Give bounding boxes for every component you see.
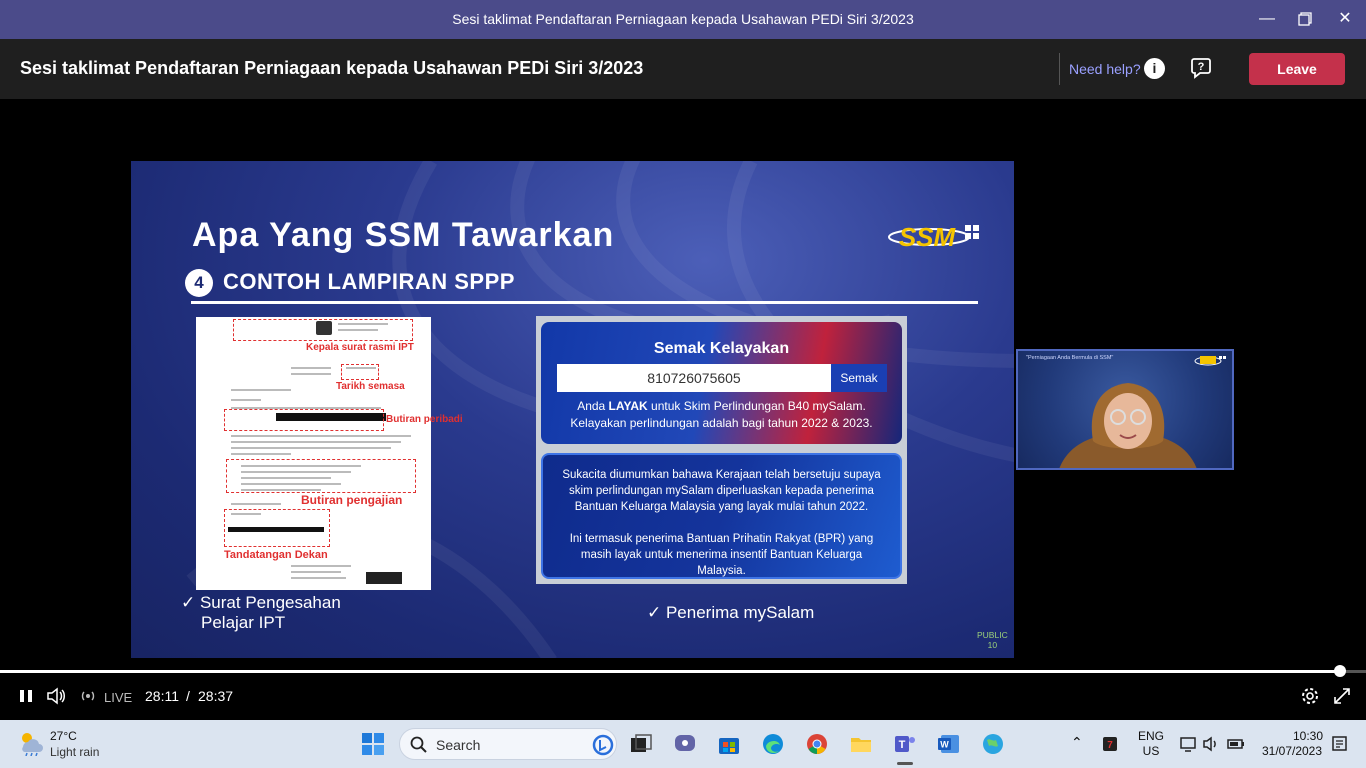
label-date: Tarikh semasa: [336, 381, 405, 392]
sample-letter-document: Kepala surat rasmi IPT Tarikh semasa But…: [196, 317, 463, 590]
edge-browser-icon[interactable]: [761, 732, 785, 756]
keyboard-region: US: [1142, 744, 1160, 758]
clock-time: 10:30: [1292, 729, 1323, 743]
check-penerima-mysalam: ✓ Penerima mySalam: [647, 603, 815, 622]
info-icon[interactable]: i: [1144, 58, 1165, 79]
presentation-slide: Apa Yang SSM Tawarkan SSM 4 CONTOH LAMPI…: [131, 161, 1014, 658]
settings-gear-icon[interactable]: [1300, 686, 1320, 706]
svg-text:?: ?: [1198, 61, 1205, 73]
weather-temperature[interactable]: 27°C: [50, 729, 77, 743]
total-time: 28:37: [198, 688, 234, 704]
clock-date: 31/07/2023: [1261, 744, 1323, 758]
presenter-person-icon: [1059, 383, 1197, 468]
weather-description[interactable]: Light rain: [50, 745, 99, 759]
chat-help-icon[interactable]: ?: [1190, 56, 1214, 80]
teams-app-icon[interactable]: T: [893, 732, 917, 756]
svg-text:T: T: [899, 739, 906, 751]
close-icon[interactable]: ✕: [1333, 8, 1357, 30]
webcam-caption: "Perniagaan Anda Bermula di SSM": [1026, 355, 1114, 361]
presenter-video[interactable]: "Perniagaan Anda Bermula di SSM": [1016, 349, 1234, 470]
maps-app-icon[interactable]: [981, 732, 1005, 756]
progress-fill: [0, 670, 1340, 673]
ssm-logo: SSM: [888, 222, 979, 252]
label-letterhead: Kepala surat rasmi IPT: [306, 342, 414, 353]
language-indicator[interactable]: ENG US: [1136, 729, 1166, 759]
slide-subtitle: CONTOH LAMPIRAN SPPP: [223, 269, 515, 294]
progress-handle[interactable]: [1334, 665, 1346, 677]
slide-title: Apa Yang SSM Tawarkan: [192, 216, 615, 254]
ic-number-input: 810726075605: [557, 364, 831, 392]
label-study-details: Butiran pengajian: [301, 493, 403, 507]
volume-icon[interactable]: [46, 686, 66, 706]
battery-icon[interactable]: [1226, 734, 1246, 754]
section-number: 4: [185, 269, 213, 297]
semak-button: Semak: [831, 364, 887, 392]
eligibility-message: Anda LAYAK untuk Skim Perlindungan B40 m…: [570, 399, 873, 430]
header-divider: [1059, 53, 1060, 85]
svg-text:W: W: [940, 740, 949, 750]
tray-app-icon[interactable]: 7: [1100, 734, 1120, 754]
signature-box: [224, 509, 330, 547]
fullscreen-icon[interactable]: [1332, 686, 1352, 706]
network-icon[interactable]: [1178, 734, 1198, 754]
semak-title: Semak Kelayakan: [653, 340, 790, 357]
label-personal-details: Butiran peribadi: [386, 414, 463, 425]
windows-start-icon[interactable]: [361, 732, 385, 756]
tray-chevron-up-icon[interactable]: ⌃: [1071, 735, 1083, 750]
word-app-icon[interactable]: W: [937, 732, 961, 756]
weather-rain-icon[interactable]: [17, 730, 45, 756]
label-signature: Tandatangan Dekan: [224, 549, 328, 561]
announcement-paragraph-1: Sukacita diumumkan bahawa Kerajaan telah…: [562, 469, 881, 513]
microsoft-store-icon[interactable]: [717, 732, 741, 756]
search-placeholder: Search: [436, 737, 481, 753]
live-broadcast-icon: [81, 691, 95, 701]
current-time: 28:11: [145, 688, 179, 704]
personal-details-box: [224, 409, 384, 431]
slide-page-number: 10: [987, 640, 998, 650]
language-code: ENG: [1137, 729, 1164, 743]
check-surat-pengesahan: ✓ Surat Pengesahan Pelajar IPT: [181, 593, 341, 633]
slide-footer: PUBLIC 10: [977, 630, 1008, 650]
need-help-link[interactable]: Need help?: [1069, 61, 1141, 77]
letterhead-box: [233, 319, 413, 341]
search-icon: [410, 736, 427, 753]
live-label: LIVE: [104, 690, 133, 705]
uitm-barcode: [366, 572, 402, 584]
ssm-logo-text: SSM: [899, 222, 957, 252]
time-separator: /: [186, 688, 190, 704]
teams-chat-icon[interactable]: [673, 732, 697, 756]
announcement-paragraph-2: Ini termasuk penerima Bantuan Prihatin R…: [569, 533, 874, 577]
bing-icon: [592, 734, 614, 756]
slide-rule: [191, 301, 978, 304]
webcam-ssm-logo: [1194, 356, 1226, 366]
svg-text:7: 7: [1107, 740, 1113, 751]
playback-progress-bar[interactable]: [0, 665, 1366, 677]
public-label: PUBLIC: [977, 630, 1008, 640]
semak-kelayakan-card: Semak Kelayakan 810726075605 Semak Anda …: [541, 322, 902, 444]
windows-taskbar: 27°C Light rain Search T W ⌃ 7 ENG US 10…: [0, 720, 1366, 768]
clock[interactable]: 10:30 31/07/2023: [1258, 729, 1326, 759]
teams-active-indicator: [897, 762, 913, 765]
file-explorer-icon[interactable]: [849, 732, 873, 756]
task-view-icon[interactable]: [629, 732, 653, 756]
date-box: [341, 364, 379, 380]
chrome-browser-icon[interactable]: [805, 732, 829, 756]
meeting-header: Sesi taklimat Pendaftaran Perniagaan kep…: [0, 39, 1366, 99]
window-titlebar: Sesi taklimat Pendaftaran Perniagaan kep…: [0, 0, 1366, 39]
check-left-line-1: ✓ Surat Pengesahan: [181, 593, 341, 612]
window-title: Sesi taklimat Pendaftaran Perniagaan kep…: [452, 11, 914, 27]
notification-icon[interactable]: [1330, 734, 1350, 754]
leave-button[interactable]: Leave: [1249, 53, 1345, 85]
meeting-title: Sesi taklimat Pendaftaran Perniagaan kep…: [20, 58, 644, 78]
maximize-icon[interactable]: [1293, 8, 1317, 30]
check-left-line-2: Pelajar IPT: [201, 613, 286, 632]
taskbar-search[interactable]: Search: [399, 728, 617, 760]
announcement-card: Sukacita diumumkan bahawa Kerajaan telah…: [541, 453, 902, 579]
speaker-icon[interactable]: [1201, 734, 1221, 754]
pause-icon[interactable]: [16, 686, 36, 706]
minimize-icon[interactable]: —: [1255, 8, 1279, 30]
